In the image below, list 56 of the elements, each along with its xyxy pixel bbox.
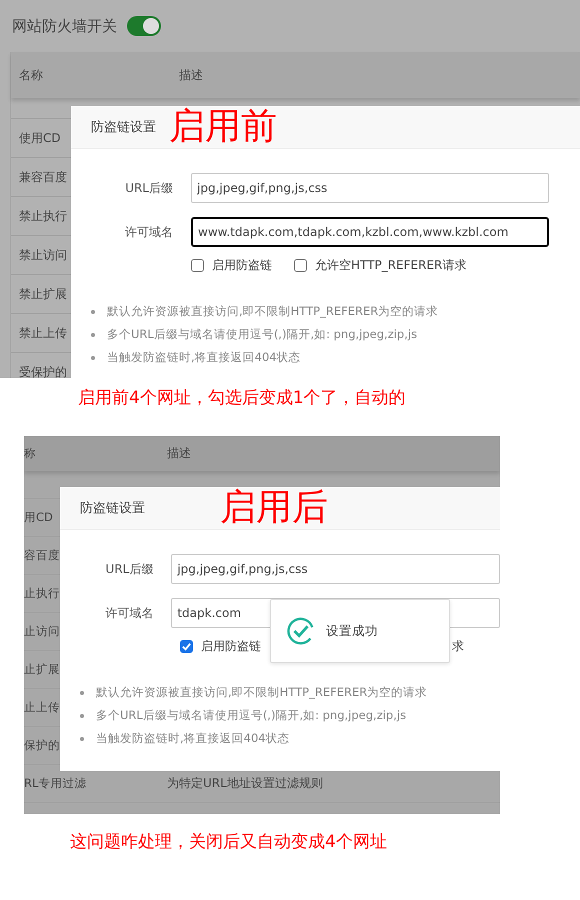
column-header: 称	[24, 446, 36, 461]
field-label: URL后缀	[124, 180, 174, 196]
bullet-icon	[91, 356, 95, 360]
table-cell: 保护的	[24, 738, 60, 753]
toast-text: 设置成功	[326, 622, 378, 640]
dialog-title: 防盗链设置	[91, 119, 156, 136]
checkbox-label: 允许空HTTP_REFERER请求	[315, 257, 466, 274]
table-cell: 禁止上传	[19, 324, 67, 342]
annotation-text: 启用后	[220, 487, 328, 529]
checkbox-label: 启用防盗链	[212, 257, 272, 274]
table-cell: 兼容百度	[19, 168, 67, 186]
bullet-icon	[91, 310, 95, 314]
table-cell: 使用CD	[19, 130, 61, 146]
note-text: 默认允许资源被直接访问,即不限制HTTP_REFERER为空的请求	[107, 304, 438, 319]
bullet-icon	[80, 690, 84, 694]
checkbox[interactable]	[191, 259, 204, 272]
toggle-switch[interactable]	[127, 16, 161, 36]
annotation-text: 启用前4个网址，勾选后变成1个了，自动的	[78, 387, 407, 409]
bullet-icon	[80, 714, 84, 718]
table-cell: 为特定URL地址设置过滤规则	[167, 775, 323, 792]
table-cell: 用CD	[24, 510, 53, 525]
table-cell: 禁止执行	[19, 208, 67, 224]
table-cell: 禁止扩展	[19, 286, 67, 302]
note-text: 多个URL后缀与域名请使用逗号(,)隔开,如: png,jpeg,zip,js	[96, 708, 406, 723]
field-label: 许可域名	[104, 604, 154, 622]
table-cell: 止执行	[24, 586, 60, 601]
dialog-title: 防盗链设置	[80, 500, 145, 517]
input-field[interactable]: www.tdapk.com,tdapk.com,kzbl.com,www.kzbl.com	[191, 217, 549, 247]
checkbox-label: 求	[452, 638, 464, 655]
table-cell: RL专用过滤	[24, 776, 86, 791]
note-text: 默认允许资源被直接访问,即不限制HTTP_REFERER为空的请求	[96, 685, 428, 700]
checkbox[interactable]	[180, 640, 193, 653]
column-header: 名称	[19, 66, 43, 84]
annotation-text: 这问题咋处理，关闭后又自动变成4个网址	[70, 831, 388, 853]
annotation-text: 启用前	[169, 106, 277, 148]
table-cell: 受保护的	[19, 364, 67, 378]
table-cell: 禁止访问	[19, 246, 67, 264]
note-text: 当触发防盗链时,将直接返回404状态	[107, 350, 301, 365]
table-cell: 容百度	[24, 548, 60, 563]
note-text: 多个URL后缀与域名请使用逗号(,)隔开,如: png,jpeg,zip,js	[107, 327, 418, 342]
checkbox-label: 启用防盗链	[201, 638, 261, 655]
table-cell: 止上传	[24, 700, 60, 715]
column-header: 描述	[167, 445, 191, 462]
checkbox[interactable]	[294, 259, 307, 272]
input-field[interactable]: jpg,jpeg,gif,png,js,css	[171, 554, 500, 584]
field-label: URL后缀	[104, 560, 154, 578]
firewall-switch-label: 网站防火墙开关	[12, 16, 117, 36]
field-label: 许可域名	[124, 224, 174, 240]
bullet-icon	[80, 736, 84, 740]
input-field[interactable]: jpg,jpeg,gif,png,js,css	[191, 173, 549, 203]
bullet-icon	[91, 332, 95, 336]
check-circle-icon	[286, 616, 316, 646]
note-text: 当触发防盗链时,将直接返回404状态	[96, 731, 290, 746]
column-header: 描述	[179, 66, 203, 84]
table-cell: 止扩展	[24, 662, 60, 677]
table-cell: 止访问	[24, 624, 60, 639]
